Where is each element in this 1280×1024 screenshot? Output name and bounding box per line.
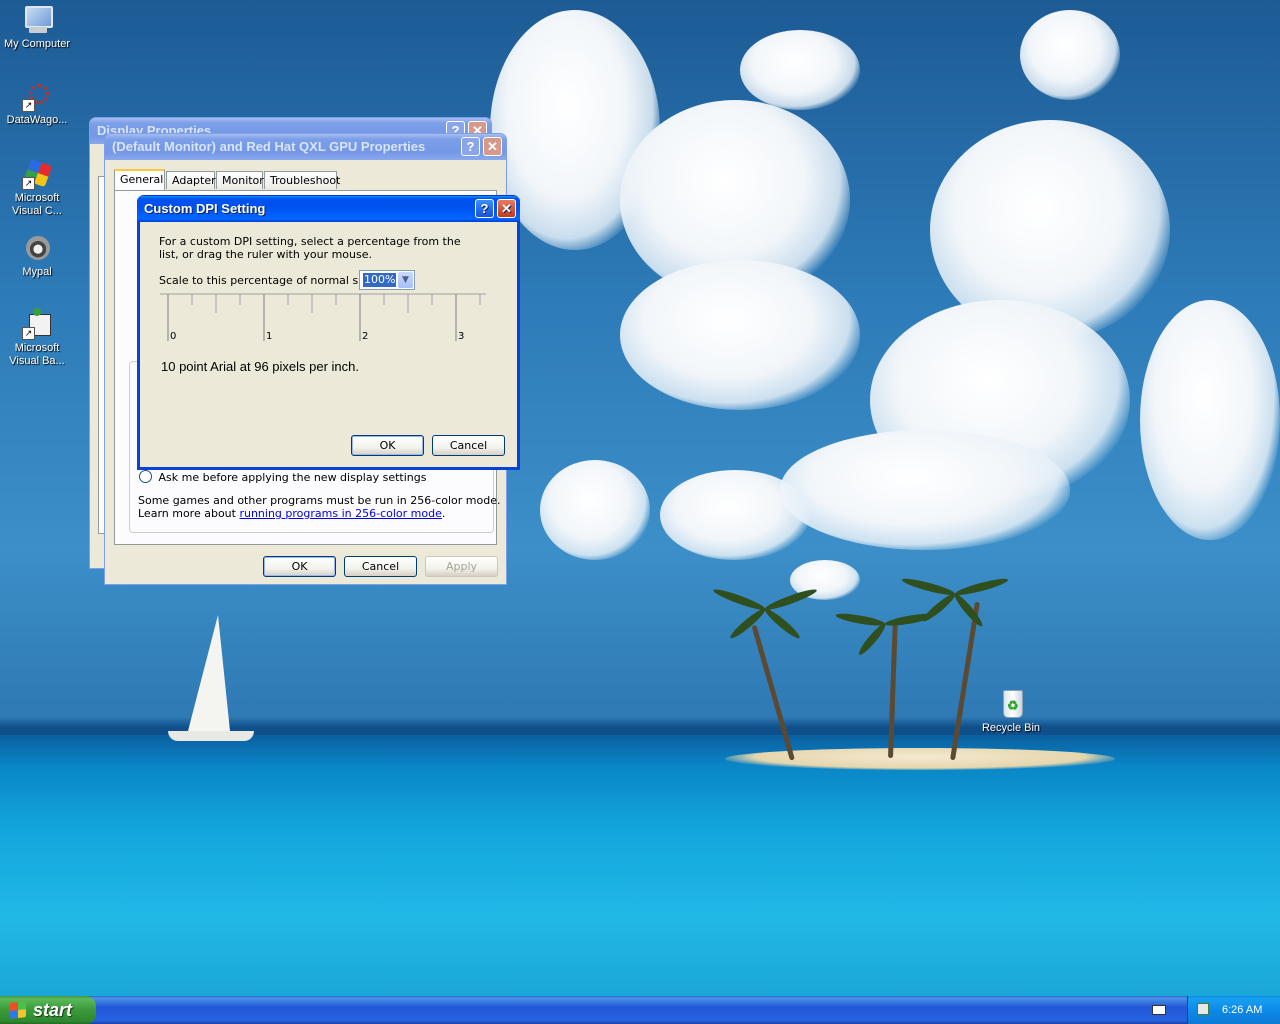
start-button[interactable]: start bbox=[0, 996, 96, 1024]
close-button[interactable]: ✕ bbox=[497, 199, 516, 218]
palm-frond bbox=[727, 605, 768, 641]
start-label: start bbox=[33, 1000, 73, 1020]
tab-troubleshoot[interactable]: Troubleshoot bbox=[264, 171, 340, 189]
cloud bbox=[1140, 300, 1280, 540]
dpi-ruler[interactable]: 0 1 2 3 bbox=[160, 293, 490, 348]
custom-dpi-dialog[interactable]: Custom DPI Setting ? ✕ For a custom DPI … bbox=[137, 195, 520, 470]
sailboat bbox=[188, 615, 230, 731]
palm-frond bbox=[762, 605, 803, 641]
scale-value: 100% bbox=[363, 273, 397, 287]
ask-before-applying-option[interactable]: Ask me before applying the new display s… bbox=[139, 470, 426, 484]
sea bbox=[0, 735, 1280, 996]
sample-text: 10 point Arial at 96 pixels per inch. bbox=[161, 359, 360, 374]
window-title: (Default Monitor) and Red Hat QXL GPU Pr… bbox=[112, 139, 426, 154]
mypal-icon bbox=[21, 232, 53, 264]
window-title: Custom DPI Setting bbox=[144, 201, 266, 216]
tab-strip: General Adapter Monitor Troubleshoot bbox=[114, 169, 494, 191]
system-tray: 6:26 AM bbox=[1187, 996, 1280, 1024]
note-prefix: Learn more about bbox=[138, 507, 240, 520]
palm-frond bbox=[951, 591, 986, 629]
palm-frond bbox=[953, 575, 1010, 598]
note-line-2: Learn more about running programs in 256… bbox=[138, 507, 445, 520]
ok-button[interactable]: OK bbox=[263, 556, 336, 577]
cloud bbox=[740, 30, 860, 110]
tab-general[interactable]: General bbox=[114, 169, 165, 190]
cancel-button[interactable]: Cancel bbox=[344, 556, 417, 577]
desktop-icon-label: DataWago... bbox=[6, 114, 68, 126]
desktop-icon-visual-cpp[interactable]: ↗ Microsoft Visual C... bbox=[0, 158, 74, 218]
desktop-icon-label: My Computer bbox=[3, 38, 71, 50]
desktop-icon-my-computer[interactable]: My Computer bbox=[0, 4, 74, 51]
desktop-icon-label: Mypal bbox=[22, 266, 52, 278]
radio-label: Ask me before applying the new display s… bbox=[158, 471, 427, 484]
ruler-label: 3 bbox=[458, 331, 464, 342]
chevron-down-icon[interactable]: ▼ bbox=[398, 272, 413, 288]
cancel-button[interactable]: Cancel bbox=[432, 435, 505, 456]
tab-monitor[interactable]: Monitor bbox=[216, 171, 264, 189]
palm-frond bbox=[711, 586, 767, 613]
palm-frond bbox=[835, 611, 886, 628]
ruler-label: 1 bbox=[266, 331, 272, 342]
palm-frond bbox=[920, 590, 958, 625]
recycle-bin-icon: ♻ bbox=[995, 688, 1027, 720]
256-color-mode-link[interactable]: running programs in 256-color mode bbox=[239, 507, 441, 520]
desktop-icon-visual-basic[interactable]: ↗ Microsoft Visual Ba... bbox=[0, 308, 74, 368]
ok-button[interactable]: OK bbox=[351, 435, 424, 456]
cloud bbox=[540, 460, 650, 560]
gpu-properties-titlebar[interactable]: (Default Monitor) and Red Hat QXL GPU Pr… bbox=[105, 134, 506, 160]
cloud bbox=[780, 430, 1070, 550]
cloud bbox=[1020, 10, 1120, 100]
desktop-icon-mypal[interactable]: Mypal bbox=[0, 232, 74, 279]
desktop-icon-label: Recycle Bin bbox=[981, 722, 1041, 734]
datawagon-icon: ↗ bbox=[21, 80, 53, 112]
network-icon[interactable] bbox=[1197, 1003, 1209, 1015]
radio-button[interactable] bbox=[139, 470, 152, 483]
computer-icon bbox=[21, 4, 53, 36]
palm-frond bbox=[763, 586, 819, 613]
tab-adapter[interactable]: Adapter bbox=[166, 171, 216, 189]
visual-studio-icon: ↗ bbox=[21, 158, 53, 190]
scale-combobox[interactable]: 100% ▼ bbox=[359, 270, 415, 290]
desktop-icon-recycle-bin[interactable]: ♻ Recycle Bin bbox=[974, 688, 1048, 735]
island bbox=[725, 748, 1115, 770]
taskbar: start 6:26 AM bbox=[0, 996, 1280, 1024]
close-button[interactable]: ✕ bbox=[483, 137, 502, 156]
ruler-label: 2 bbox=[362, 331, 368, 342]
cloud bbox=[620, 260, 860, 410]
keyboard-icon[interactable] bbox=[1152, 1005, 1166, 1015]
desktop-icon-label: Microsoft Visual C... bbox=[12, 192, 62, 217]
desktop-icon-label: Microsoft Visual Ba... bbox=[9, 342, 65, 367]
ruler-label: 0 bbox=[170, 331, 176, 342]
desktop-icon-datawagon[interactable]: ↗ DataWago... bbox=[0, 80, 74, 127]
cloud bbox=[660, 470, 810, 560]
note-line-1: Some games and other programs must be ru… bbox=[138, 494, 501, 507]
palm-frond bbox=[856, 621, 889, 658]
visual-basic-icon: ↗ bbox=[21, 308, 53, 340]
help-button[interactable]: ? bbox=[475, 199, 494, 218]
apply-button[interactable]: Apply bbox=[425, 556, 498, 577]
scale-label: Scale to this percentage of normal size: bbox=[159, 274, 378, 287]
note-suffix: . bbox=[441, 507, 446, 520]
help-button[interactable]: ? bbox=[461, 137, 480, 156]
custom-dpi-titlebar[interactable]: Custom DPI Setting ? ✕ bbox=[137, 196, 520, 222]
dpi-instructions: For a custom DPI setting, select a perce… bbox=[159, 235, 461, 261]
sailboat-hull bbox=[168, 731, 254, 741]
windows-logo-icon bbox=[10, 1001, 26, 1019]
clock[interactable]: 6:26 AM bbox=[1222, 996, 1262, 1024]
